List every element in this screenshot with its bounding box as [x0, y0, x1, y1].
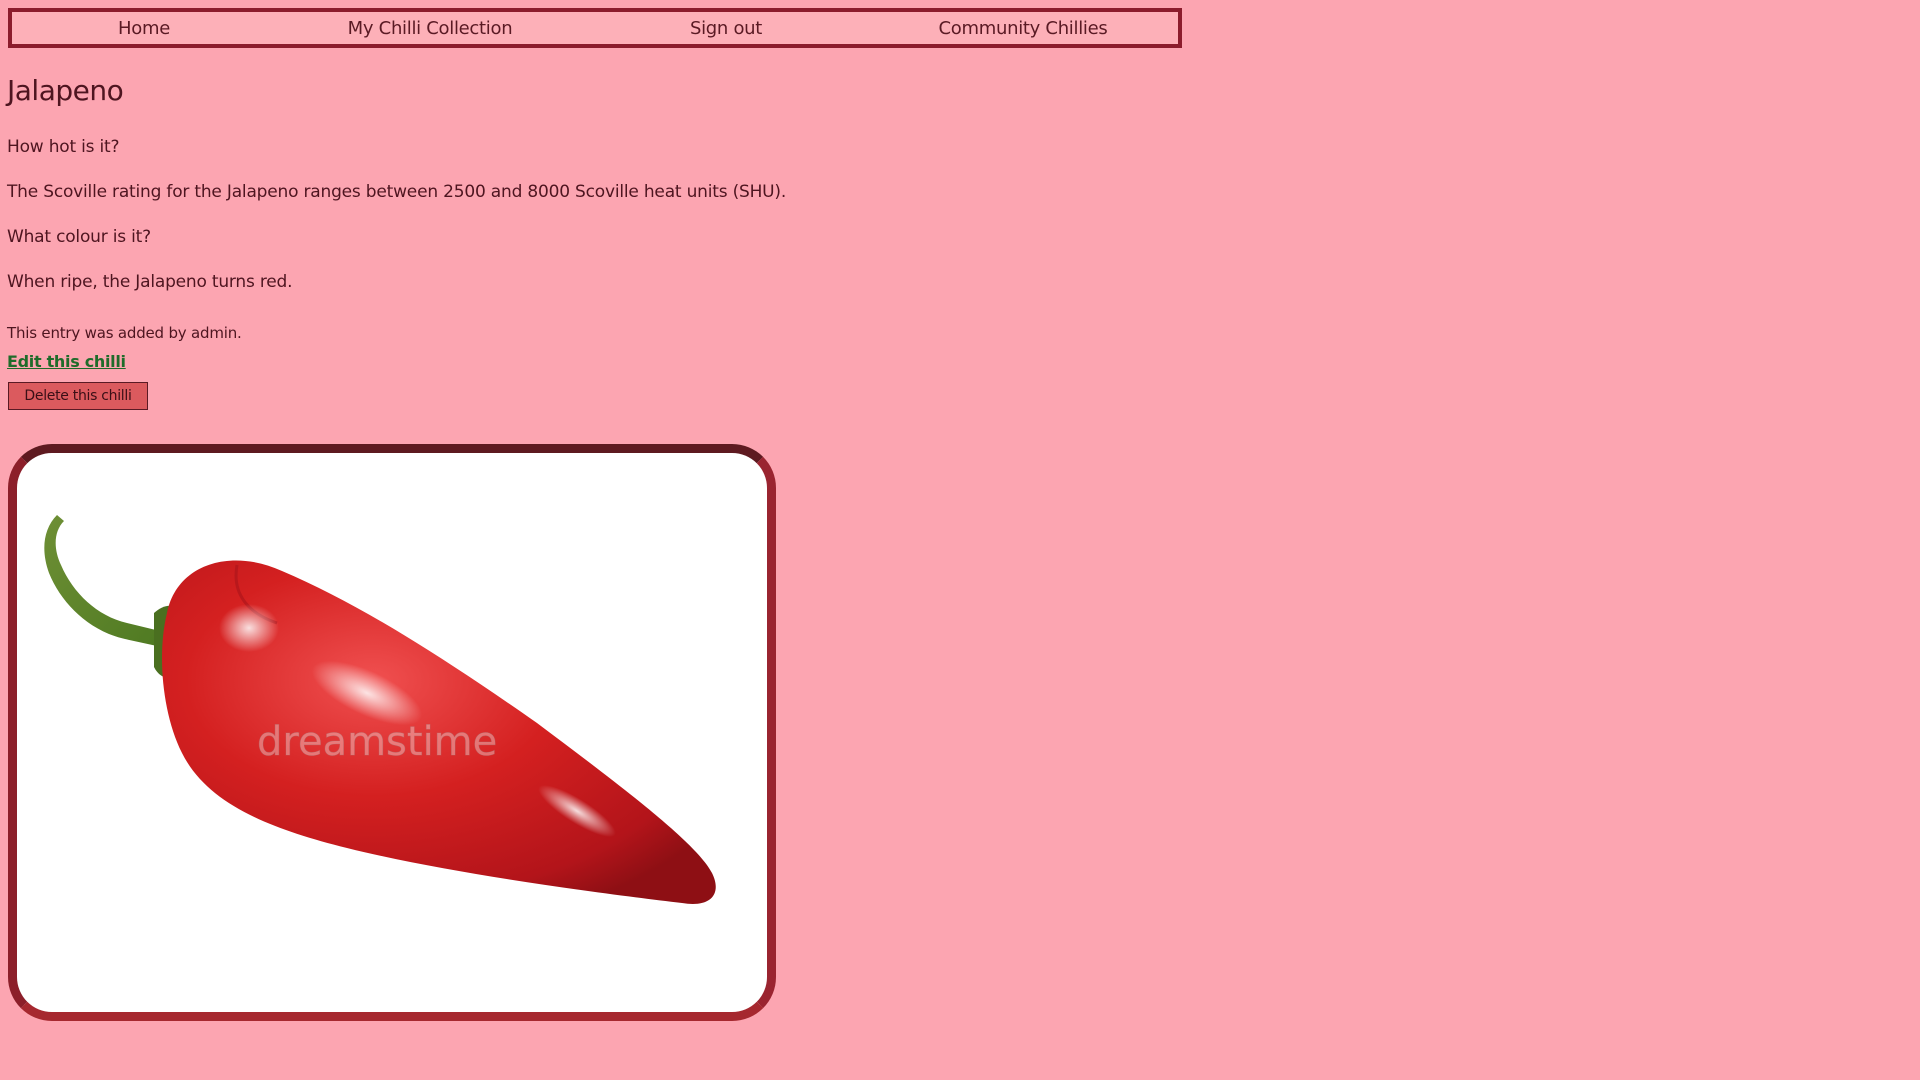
watermark-text: dreamstime: [257, 719, 497, 765]
nav-community-chillies-link[interactable]: Community Chillies: [868, 18, 1178, 39]
colour-answer: When ripe, the Jalapeno turns red.: [7, 272, 293, 292]
heat-answer: The Scoville rating for the Jalapeno ran…: [7, 182, 787, 202]
delete-chilli-button[interactable]: Delete this chilli: [8, 382, 148, 410]
edit-chilli-link[interactable]: Edit this chilli: [7, 352, 126, 371]
added-by-text: This entry was added by admin.: [7, 324, 242, 342]
jalapeno-pepper-photo: dreamstime: [44, 515, 716, 904]
nav-sign-out-link[interactable]: Sign out: [584, 18, 868, 39]
nav-home-link[interactable]: Home: [12, 18, 276, 39]
heat-question: How hot is it?: [7, 137, 120, 157]
colour-question: What colour is it?: [7, 227, 151, 247]
main-nav: Home My Chilli Collection Sign out Commu…: [8, 8, 1182, 48]
chilli-image: dreamstime: [8, 444, 776, 1021]
chilli-title: Jalapeno: [7, 74, 124, 107]
nav-my-chilli-collection-link[interactable]: My Chilli Collection: [276, 18, 584, 39]
